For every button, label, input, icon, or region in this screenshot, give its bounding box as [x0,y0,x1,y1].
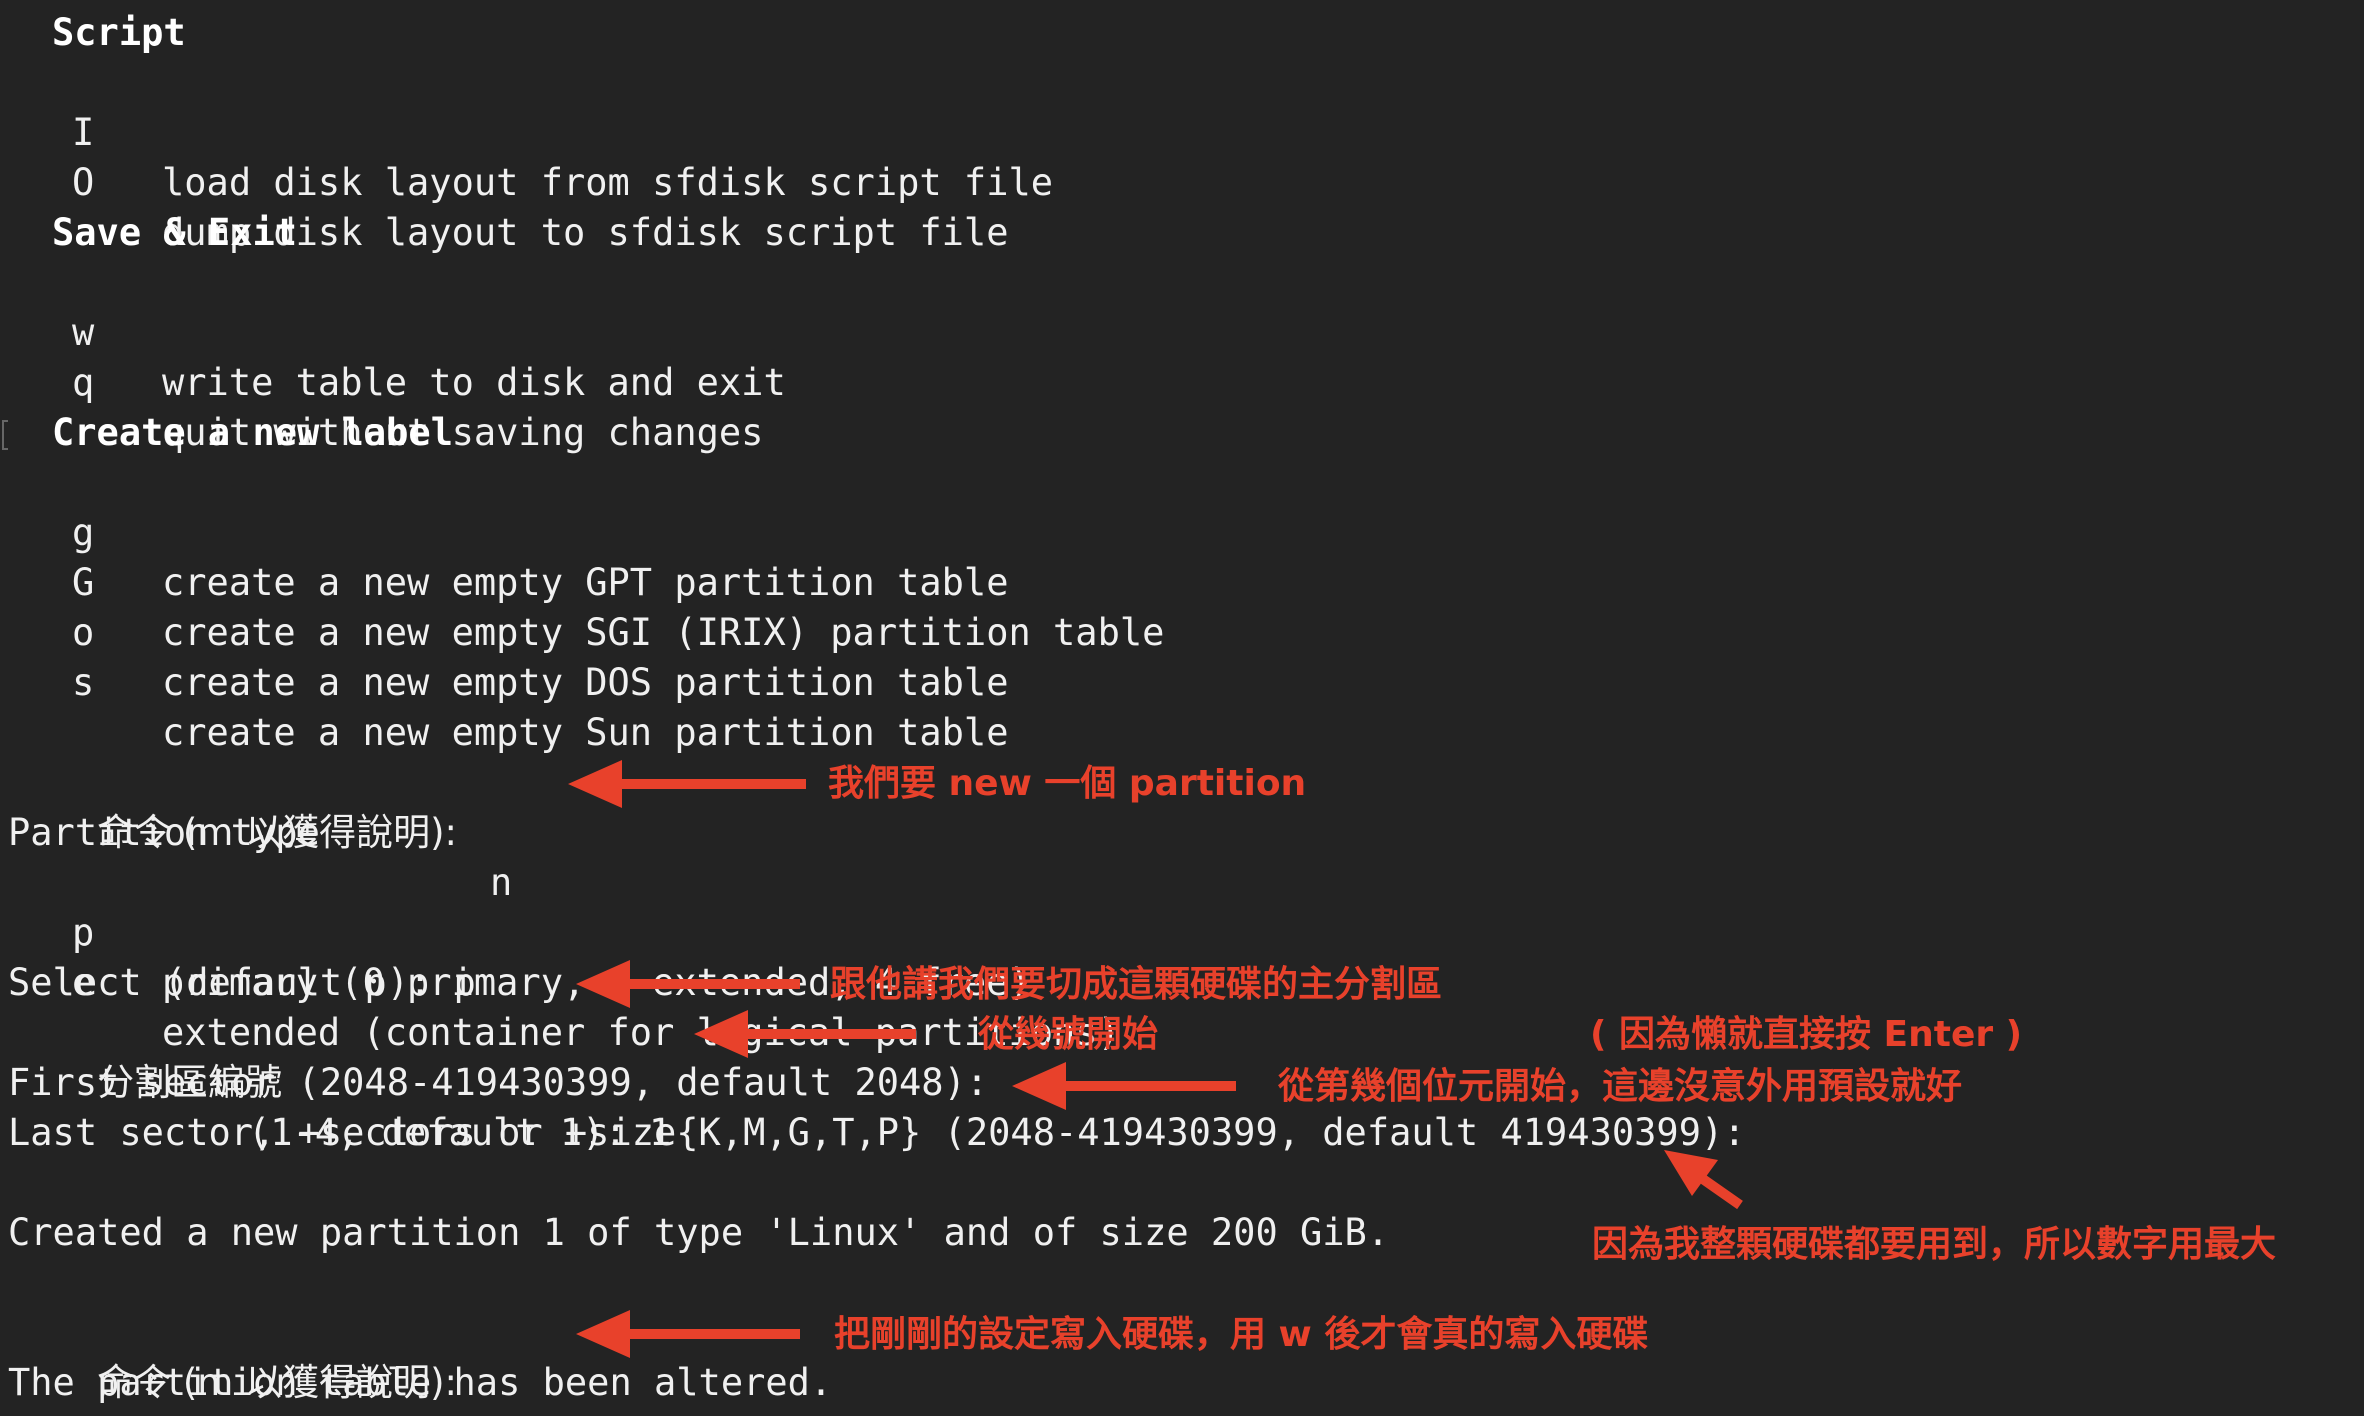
last-sector-prompt: Last sector, +sectors or +size{K,M,G,T,P… [8,1111,1746,1154]
command-prompt-1: 命令 (m 以獲得說明): n [8,758,512,904]
altered-message: The partition table has been altered. [8,1361,833,1404]
menu-key: O [72,161,95,204]
annotation-first-sector: 從第幾個位元開始，這邊沒意外用預設就好 [1278,1066,1963,1107]
arrow-max-size-icon [1664,1150,1743,1210]
menu-desc: create a new empty SGI (IRIX) partition … [162,611,1165,654]
option-desc: extended (container for logical partitio… [162,1011,1120,1054]
section-heading-create-label: Create a new label [52,411,453,454]
terminal-window[interactable]: Script I load disk layout from sfdisk sc… [0,0,2364,1416]
annotation-new-partition: 我們要 new 一個 partition [828,763,1307,804]
annotation-number: 從幾號開始 [978,1014,1159,1055]
scroll-marker [2,420,8,450]
command-input[interactable]: w [490,1408,512,1416]
partition-number-prompt: 分割區編號 (1-4, default 1): 1 [8,1008,671,1154]
select-prompt: Select (default p): p [8,961,476,1004]
menu-item-write: w write table to disk and exit [0,258,786,404]
menu-key: q [72,361,95,404]
created-message: Created a new partition 1 of type 'Linux… [8,1211,1390,1254]
type-option-extended: e extended (container for logical partit… [0,908,1120,1054]
menu-desc: write table to disk and exit [162,361,786,404]
menu-item-load-script: I load disk layout from sfdisk script fi… [0,58,1053,204]
menu-item-sun: s create a new empty Sun partition table [0,608,1008,754]
menu-key: s [72,661,95,704]
section-heading-script: Script [52,11,186,54]
type-option-primary: p primary (0 primary, 0 extended, 4 free… [0,858,1031,1004]
annotation-write: 把剛剛的設定寫入硬碟，用 w 後才會真的寫入硬碟 [834,1314,1649,1355]
section-heading-save-exit: Save & Exit [52,211,298,254]
menu-desc: create a new empty GPT partition table [162,561,1009,604]
menu-desc: create a new empty DOS partition table [162,661,1009,704]
arrow-new-partition-icon [568,760,806,808]
annotation-max-size: 因為我整顆硬碟都要用到，所以數字用最大 [1592,1224,2277,1265]
menu-desc: load disk layout from sfdisk script file [162,161,1054,204]
arrow-write-icon [576,1310,800,1358]
menu-item-gpt: g create a new empty GPT partition table [0,458,1008,604]
first-sector-prompt: First sector (2048-419430399, default 20… [8,1061,989,1104]
arrow-first-sector-icon [1012,1062,1236,1110]
menu-desc: create a new empty Sun partition table [162,711,1009,754]
menu-item-dump-script: O dump disk layout to sfdisk script file [0,108,1008,254]
command-prompt-2: 命令 (m 以獲得說明): w [8,1308,512,1416]
menu-item-dos: o create a new empty DOS partition table [0,558,1008,704]
command-input[interactable]: n [490,858,512,908]
partition-type-header: Partition type [8,811,320,854]
annotation-lazy-enter: ( 因為懶就直接按 Enter ) [1590,1014,2023,1055]
menu-item-quit: q quit without saving changes [0,308,763,454]
annotation-primary: 跟他講我們要切成這顆硬碟的主分割區 [830,964,1443,1005]
menu-item-sgi: G create a new empty SGI (IRIX) partitio… [0,508,1164,654]
